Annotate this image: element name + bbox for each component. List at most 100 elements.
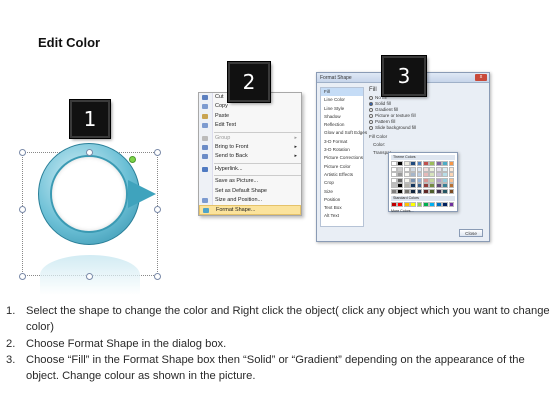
dialog-nav-item[interactable]: Text Box xyxy=(321,204,363,212)
color-swatch[interactable] xyxy=(435,166,442,172)
dialog-nav-item[interactable]: Line Color xyxy=(321,96,363,104)
color-swatch[interactable] xyxy=(391,161,397,166)
color-swatch[interactable] xyxy=(403,166,410,172)
color-swatch[interactable] xyxy=(442,177,448,183)
color-swatch[interactable] xyxy=(397,177,404,183)
color-swatch[interactable] xyxy=(397,201,404,207)
color-swatch[interactable] xyxy=(410,177,416,183)
resize-handle-bl[interactable] xyxy=(19,273,26,280)
color-swatch[interactable] xyxy=(403,161,410,166)
color-swatch[interactable] xyxy=(448,166,455,172)
close-button[interactable]: Close xyxy=(459,229,483,237)
color-swatch[interactable] xyxy=(448,201,455,207)
dialog-nav-item[interactable]: Size xyxy=(321,188,363,196)
color-swatch[interactable] xyxy=(397,188,404,194)
resize-handle-br[interactable] xyxy=(154,273,161,280)
color-swatch[interactable] xyxy=(448,183,455,189)
dialog-nav-item[interactable]: Alt Text xyxy=(321,212,363,220)
menu-item-bring-to-front[interactable]: Bring to Front ▸ xyxy=(199,143,301,152)
color-swatch[interactable] xyxy=(422,166,429,172)
color-swatch[interactable] xyxy=(429,177,436,183)
more-colors-link[interactable]: More Colors... xyxy=(391,209,455,213)
color-swatch[interactable] xyxy=(397,183,404,189)
color-swatch[interactable] xyxy=(410,172,416,178)
color-swatch[interactable] xyxy=(403,172,410,178)
color-swatch[interactable] xyxy=(403,201,410,207)
menu-item-send-to-back[interactable]: Send to Back ▸ xyxy=(199,152,301,161)
color-swatch[interactable] xyxy=(435,177,442,183)
color-swatch[interactable] xyxy=(435,172,442,178)
color-swatch[interactable] xyxy=(442,161,448,166)
resize-handle-left[interactable] xyxy=(19,206,26,213)
color-swatch[interactable] xyxy=(416,183,423,189)
menu-item-save-as-picture[interactable]: Save as Picture... xyxy=(199,177,301,186)
option-slide-bg-fill[interactable]: Slide background fill xyxy=(369,125,485,131)
color-swatch[interactable] xyxy=(410,183,416,189)
menu-item-copy[interactable]: Copy xyxy=(199,102,301,111)
color-swatch[interactable] xyxy=(410,188,416,194)
dialog-nav-item[interactable]: Picture Corrections xyxy=(321,154,363,162)
dialog-nav-item[interactable]: Position xyxy=(321,196,363,204)
color-swatch[interactable] xyxy=(416,166,423,172)
color-swatch[interactable] xyxy=(448,188,455,194)
close-icon[interactable]: x xyxy=(475,74,487,81)
color-swatch[interactable] xyxy=(391,188,397,194)
circle-shape-inner[interactable] xyxy=(50,155,128,233)
color-swatch[interactable] xyxy=(435,183,442,189)
color-swatch[interactable] xyxy=(435,188,442,194)
color-swatch[interactable] xyxy=(442,172,448,178)
color-swatch[interactable] xyxy=(410,201,416,207)
color-swatch[interactable] xyxy=(442,166,448,172)
menu-item-set-default-shape[interactable]: Set as Default Shape xyxy=(199,187,301,196)
rotate-handle[interactable] xyxy=(129,156,136,163)
color-swatch[interactable] xyxy=(391,183,397,189)
dialog-nav-item[interactable]: Shadow xyxy=(321,113,363,121)
dialog-nav-item[interactable]: Artistic Effects xyxy=(321,171,363,179)
dialog-nav-item[interactable]: Line Style xyxy=(321,105,363,113)
color-swatch[interactable] xyxy=(422,183,429,189)
color-swatch[interactable] xyxy=(435,201,442,207)
dialog-nav-item[interactable]: Glow and Soft Edges xyxy=(321,129,367,137)
color-swatch[interactable] xyxy=(416,177,423,183)
color-swatch[interactable] xyxy=(391,172,397,178)
menu-item-hyperlink[interactable]: Hyperlink... xyxy=(199,165,301,174)
menu-item-format-shape[interactable]: Format Shape... xyxy=(199,205,301,215)
color-swatch[interactable] xyxy=(403,188,410,194)
color-swatch[interactable] xyxy=(422,188,429,194)
color-swatch[interactable] xyxy=(391,201,397,207)
dialog-nav-item[interactable]: Picture Color xyxy=(321,163,363,171)
color-swatch[interactable] xyxy=(422,172,429,178)
dialog-nav-item[interactable]: 3-D Rotation xyxy=(321,146,363,154)
color-swatch[interactable] xyxy=(397,172,404,178)
color-swatch[interactable] xyxy=(448,172,455,178)
color-swatch[interactable] xyxy=(429,172,436,178)
dialog-nav-fill[interactable]: Fill xyxy=(321,88,363,97)
color-swatch[interactable] xyxy=(416,188,423,194)
dialog-nav-item[interactable]: Reflection xyxy=(321,121,363,129)
color-swatch[interactable] xyxy=(448,177,455,183)
color-swatch[interactable] xyxy=(391,177,397,183)
shape-pointer-tip[interactable] xyxy=(128,180,156,208)
resize-handle-right[interactable] xyxy=(154,206,161,213)
color-swatch[interactable] xyxy=(422,161,429,166)
color-swatch[interactable] xyxy=(410,161,416,166)
resize-handle-tl[interactable] xyxy=(19,149,26,156)
color-swatch[interactable] xyxy=(442,183,448,189)
dialog-nav-item[interactable]: 3-D Format xyxy=(321,138,363,146)
color-swatch[interactable] xyxy=(403,177,410,183)
menu-item-paste[interactable]: Paste xyxy=(199,112,301,121)
resize-handle-top[interactable] xyxy=(86,149,93,156)
color-swatch[interactable] xyxy=(416,172,423,178)
dialog-nav-item[interactable]: Crop xyxy=(321,179,363,187)
menu-item-size-position[interactable]: Size and Position... xyxy=(199,196,301,205)
color-swatch[interactable] xyxy=(442,201,448,207)
color-swatch[interactable] xyxy=(442,188,448,194)
resize-handle-tr[interactable] xyxy=(154,149,161,156)
color-swatch[interactable] xyxy=(410,166,416,172)
color-swatch[interactable] xyxy=(422,201,429,207)
menu-item-edit-text[interactable]: Edit Text xyxy=(199,121,301,130)
color-swatch[interactable] xyxy=(429,183,436,189)
color-swatch[interactable] xyxy=(448,161,455,166)
color-swatch[interactable] xyxy=(429,161,436,166)
color-swatch[interactable] xyxy=(416,161,423,166)
